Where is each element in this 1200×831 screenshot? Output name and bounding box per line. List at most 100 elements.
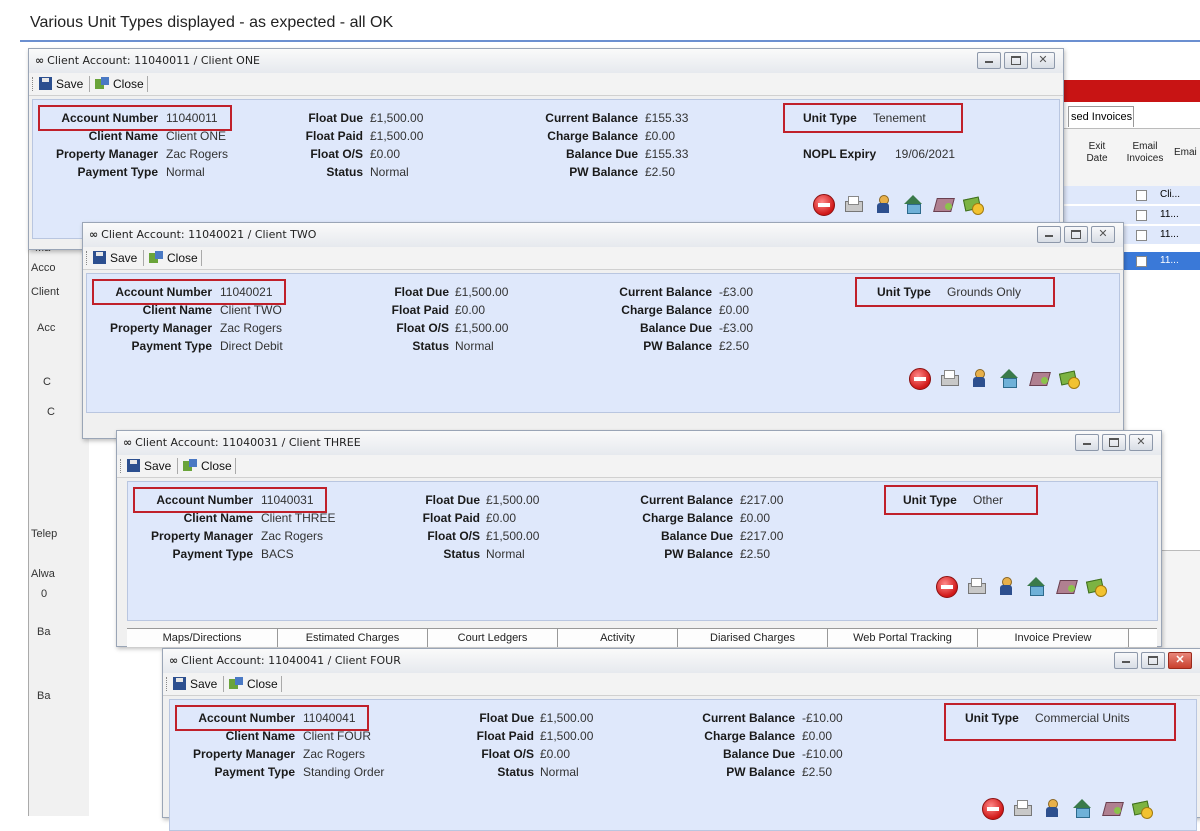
close-window-button[interactable]: ✕ [1091,226,1115,243]
person-icon[interactable] [996,576,1016,596]
save-icon [93,251,106,264]
house-icon[interactable] [903,194,923,214]
payment-type-label: Payment Type [214,765,295,779]
maximize-button[interactable] [1064,226,1088,243]
float-os-label: Float O/S [481,747,534,761]
current-balance-value: £155.33 [645,111,689,125]
unit-type-highlight [783,103,963,133]
maximize-button[interactable] [1102,434,1126,451]
email-invoices-checkbox[interactable] [1136,190,1147,201]
unit-type-highlight [855,277,1055,307]
tools-icon[interactable] [1029,368,1049,388]
client-account-window-4[interactable]: ∞ Client Account: 11040041 / Client FOUR … [162,648,1200,831]
money-icon[interactable] [1132,798,1153,819]
background-left-panel: Ma Acco Client Acc C C Telep Alwa 0 Ba B… [28,230,89,816]
minimize-button[interactable] [1075,434,1099,451]
minimize-button[interactable] [977,52,1001,69]
stop-icon[interactable] [909,368,931,390]
col-email-invoices[interactable]: Email Invoices [1126,141,1164,165]
account-number-highlight [175,705,369,731]
float-os-label: Float O/S [310,147,363,161]
close-window-button[interactable]: ✕ [1031,52,1055,69]
stop-icon[interactable] [936,576,958,598]
email-invoices-checkbox[interactable] [1136,210,1147,221]
client-name-label: Client Name [225,729,295,743]
infinity-icon: ∞ [169,654,179,667]
list-item[interactable]: Cli... [1064,186,1200,204]
printer-icon[interactable] [966,576,986,596]
close-button[interactable]: Close [229,676,278,692]
minimize-button[interactable] [1037,226,1061,243]
left-label: Client [31,286,60,298]
email-invoices-checkbox[interactable] [1136,256,1147,267]
person-icon[interactable] [1042,798,1062,818]
house-icon[interactable] [1026,576,1046,596]
client-name-label: Client Name [183,511,253,525]
charge-balance-label: Charge Balance [621,303,712,317]
float-os-value: £1,500.00 [486,529,540,543]
close-button[interactable]: Close [149,250,198,266]
pw-balance-label: PW Balance [726,765,795,779]
tab-web-portal-tracking[interactable]: Web Portal Tracking [828,629,978,647]
tools-icon[interactable] [1102,798,1122,818]
close-window-button[interactable]: ✕ [1168,652,1192,669]
payment-type-value: BACS [261,547,294,561]
maximize-button[interactable] [1141,652,1165,669]
tools-icon[interactable] [933,194,953,214]
maximize-button[interactable] [1004,52,1028,69]
house-icon[interactable] [999,368,1019,388]
current-balance-value: -£10.00 [802,711,843,725]
tab-invoice-preview[interactable]: Invoice Preview [978,629,1129,647]
close-button[interactable]: Close [95,76,144,92]
tab-estimated-charges[interactable]: Estimated Charges [278,629,428,647]
left-label: 0 [41,588,48,600]
left-label: Telep [31,528,58,540]
client-account-window-1[interactable]: ∞ Client Account: 11040011 / Client ONE ✕… [28,48,1064,250]
stop-icon[interactable] [813,194,835,216]
window-title-bar[interactable]: ∞ Client Account: 11040011 / Client ONE ✕ [29,49,1063,73]
tab-maps-directions[interactable]: Maps/Directions [127,629,278,647]
person-icon[interactable] [873,194,893,214]
tools-icon[interactable] [1056,576,1076,596]
window-title-bar[interactable]: ∞ Client Account: 11040021 / Client TWO ✕ [83,223,1123,247]
float-os-label: Float O/S [396,321,449,335]
infinity-icon: ∞ [123,436,133,449]
close-window-button[interactable]: ✕ [1129,434,1153,451]
save-button[interactable]: Save [173,676,217,692]
close-button[interactable]: Close [183,458,232,474]
save-button[interactable]: Save [39,76,83,92]
printer-icon[interactable] [1012,798,1032,818]
tab-activity[interactable]: Activity [558,629,678,647]
tab-diarised-charges[interactable]: Diarised Charges [678,629,828,647]
col-email[interactable]: Emai [1174,147,1197,159]
printer-icon[interactable] [939,368,959,388]
account-summary-panel: Account Number 11040011 Client Name Clie… [32,99,1060,239]
balance-due-value: £155.33 [645,147,689,161]
payment-type-label: Payment Type [172,547,253,561]
background-tab-invoices[interactable]: sed Invoices [1068,106,1134,127]
house-icon[interactable] [1072,798,1092,818]
money-icon[interactable] [963,194,984,215]
save-button[interactable]: Save [127,458,171,474]
window-title-bar[interactable]: ∞ Client Account: 11040031 / Client THREE… [117,431,1161,455]
action-icons [813,194,1013,216]
client-account-window-2[interactable]: ∞ Client Account: 11040021 / Client TWO ✕… [82,222,1124,439]
save-icon [173,677,186,690]
window-title: ∞ Client Account: 11040011 / Client ONE [35,54,260,67]
balance-due-value: -£10.00 [802,747,843,761]
money-icon[interactable] [1059,368,1080,389]
printer-icon[interactable] [843,194,863,214]
email-invoices-checkbox[interactable] [1136,230,1147,241]
account-number-highlight [133,487,327,513]
minimize-button[interactable] [1114,652,1138,669]
save-button[interactable]: Save [93,250,137,266]
col-exit-date[interactable]: Exit Date [1082,141,1112,165]
window-title-bar[interactable]: ∞ Client Account: 11040041 / Client FOUR … [163,649,1200,673]
property-manager-value: Zac Rogers [261,529,324,543]
person-icon[interactable] [969,368,989,388]
money-icon[interactable] [1086,576,1107,597]
tab-court-ledgers[interactable]: Court Ledgers [428,629,558,647]
client-account-window-3[interactable]: ∞ Client Account: 11040031 / Client THREE… [116,430,1162,647]
stop-icon[interactable] [982,798,1004,820]
toolbar: Save Close [29,73,1063,96]
